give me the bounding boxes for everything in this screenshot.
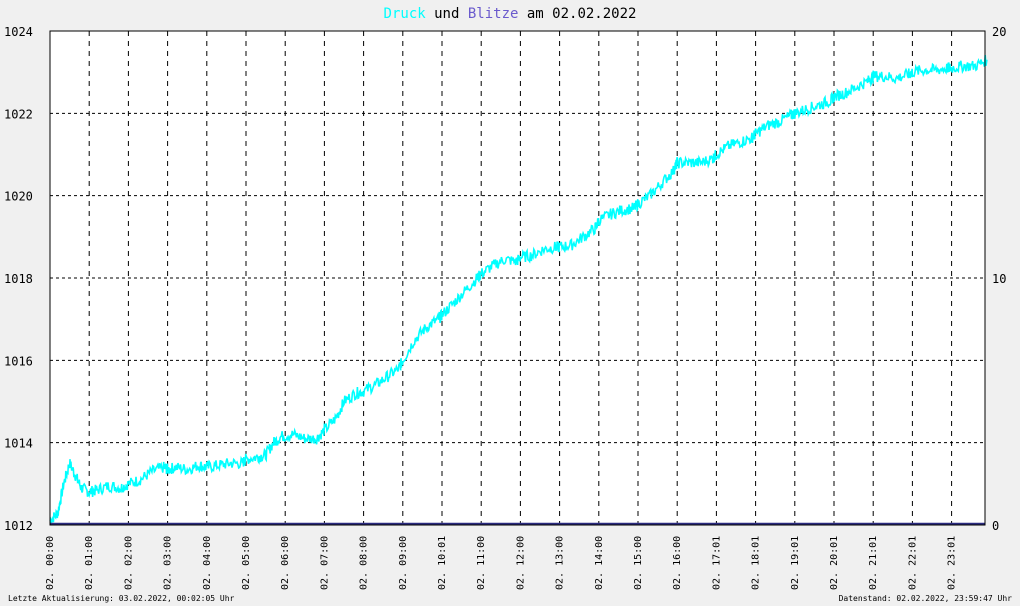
- y-left-tick-label: 1022: [4, 107, 33, 121]
- title-druck: Druck: [384, 6, 427, 22]
- x-tick-label: 02. 00:00: [45, 536, 56, 590]
- title-blitze: Blitze: [468, 6, 519, 22]
- x-tick-label: 02. 05:00: [241, 536, 252, 590]
- x-tick-label: 02. 15:00: [633, 536, 644, 590]
- x-tick-label: 02. 13:00: [555, 536, 566, 590]
- y-left-tick-label: 1014: [4, 437, 33, 451]
- x-tick-label: 02. 11:00: [476, 536, 487, 590]
- x-tick-label: 02. 12:00: [515, 536, 526, 590]
- pressure-lightning-chart: Druck und Blitze am 02.02.2022 1012 1014 1…: [4, 6, 1013, 603]
- y-left-tick-label: 1024: [4, 25, 33, 39]
- chart-image: Druck und Blitze am 02.02.2022 1012 1014 1…: [0, 0, 1020, 606]
- title-date: am 02.02.2022: [527, 6, 637, 22]
- footer-last-update: Letzte Aktualisierung: 03.02.2022, 00:02…: [8, 594, 235, 603]
- x-tick-label: 02. 20:01: [829, 536, 840, 590]
- x-tick-label: 02. 23:01: [947, 536, 958, 590]
- x-tick-label: 02. 08:00: [359, 536, 370, 590]
- y-right-tick-label: 0: [992, 519, 999, 533]
- y-left-tick-label: 1012: [4, 519, 33, 533]
- x-tick-label: 02. 07:00: [319, 536, 330, 590]
- chart-title: Druck und Blitze am 02.02.2022: [384, 6, 637, 22]
- x-tick-label: 02. 19:01: [790, 536, 801, 590]
- x-tick-label: 02. 21:01: [868, 536, 879, 590]
- y-right-tick-label: 10: [992, 272, 1006, 286]
- x-tick-label: 02. 10:01: [437, 536, 448, 590]
- footer-data-status: Datenstand: 02.02.2022, 23:59:47 Uhr: [839, 594, 1013, 603]
- y-left-tick-label: 1020: [4, 190, 33, 204]
- x-tick-label: 02. 09:00: [398, 536, 409, 590]
- x-tick-label: 02. 03:00: [163, 536, 174, 590]
- y-left-tick-label: 1018: [4, 272, 33, 286]
- x-tick-label: 02. 17:01: [711, 536, 722, 590]
- title-und: und: [434, 6, 459, 22]
- x-tick-label: 02. 22:01: [907, 536, 918, 590]
- x-tick-label: 02. 01:00: [84, 536, 95, 590]
- x-tick-label: 02. 18:01: [751, 536, 762, 590]
- x-tick-label: 02. 16:00: [672, 536, 683, 590]
- y-left-tick-label: 1016: [4, 354, 33, 368]
- x-tick-label: 02. 14:00: [594, 536, 605, 590]
- x-tick-label: 02. 02:00: [123, 536, 134, 590]
- x-tick-label: 02. 06:00: [280, 536, 291, 590]
- y-right-tick-label: 20: [992, 25, 1006, 39]
- x-tick-label: 02. 04:00: [202, 536, 213, 590]
